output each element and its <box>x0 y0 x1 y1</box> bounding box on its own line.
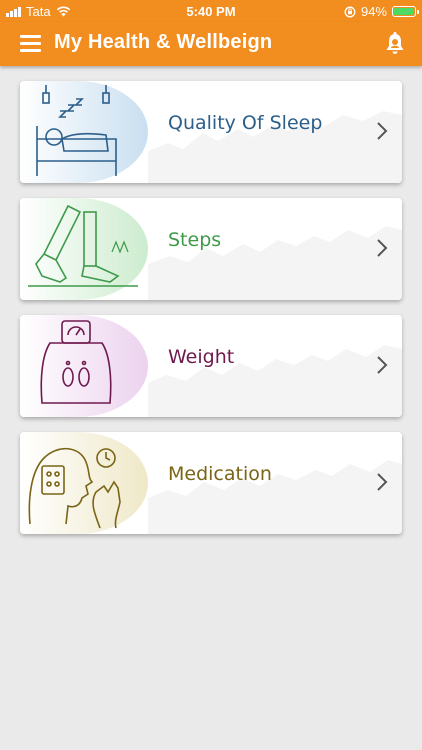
medication-art <box>20 432 148 534</box>
steps-art <box>20 198 148 300</box>
chevron-right-icon <box>377 473 388 491</box>
weight-art <box>20 315 148 417</box>
orientation-lock-icon <box>344 6 356 17</box>
chevron-right-icon <box>377 122 388 140</box>
battery-icon <box>392 6 419 17</box>
card-weight[interactable]: Weight <box>20 315 402 417</box>
card-steps[interactable]: Steps <box>20 198 402 300</box>
weighing-scale-icon <box>40 320 112 404</box>
card-label: Weight <box>168 346 235 368</box>
app-bar: My Health & Wellbeign <box>0 22 422 66</box>
card-quality-of-sleep[interactable]: Quality Of Sleep <box>20 81 402 183</box>
card-medication[interactable]: Medication <box>20 432 402 534</box>
status-bar: Tata 5:40 PM 94% <box>0 0 422 22</box>
page-title: My Health & Wellbeign <box>54 31 273 53</box>
battery-percent: 94% <box>360 4 387 19</box>
card-label: Quality Of Sleep <box>168 112 323 134</box>
walking-shoes-icon <box>28 204 138 287</box>
hamburger-menu-icon[interactable] <box>20 35 41 52</box>
chevron-right-icon <box>377 356 388 374</box>
notification-bell-icon[interactable] <box>382 31 408 57</box>
card-label: Medication <box>168 463 272 485</box>
person-taking-pill-icon <box>28 447 121 529</box>
sleeping-person-icon <box>36 85 117 176</box>
chevron-right-icon <box>377 239 388 257</box>
card-label: Steps <box>168 229 222 251</box>
sleep-art <box>20 81 148 183</box>
